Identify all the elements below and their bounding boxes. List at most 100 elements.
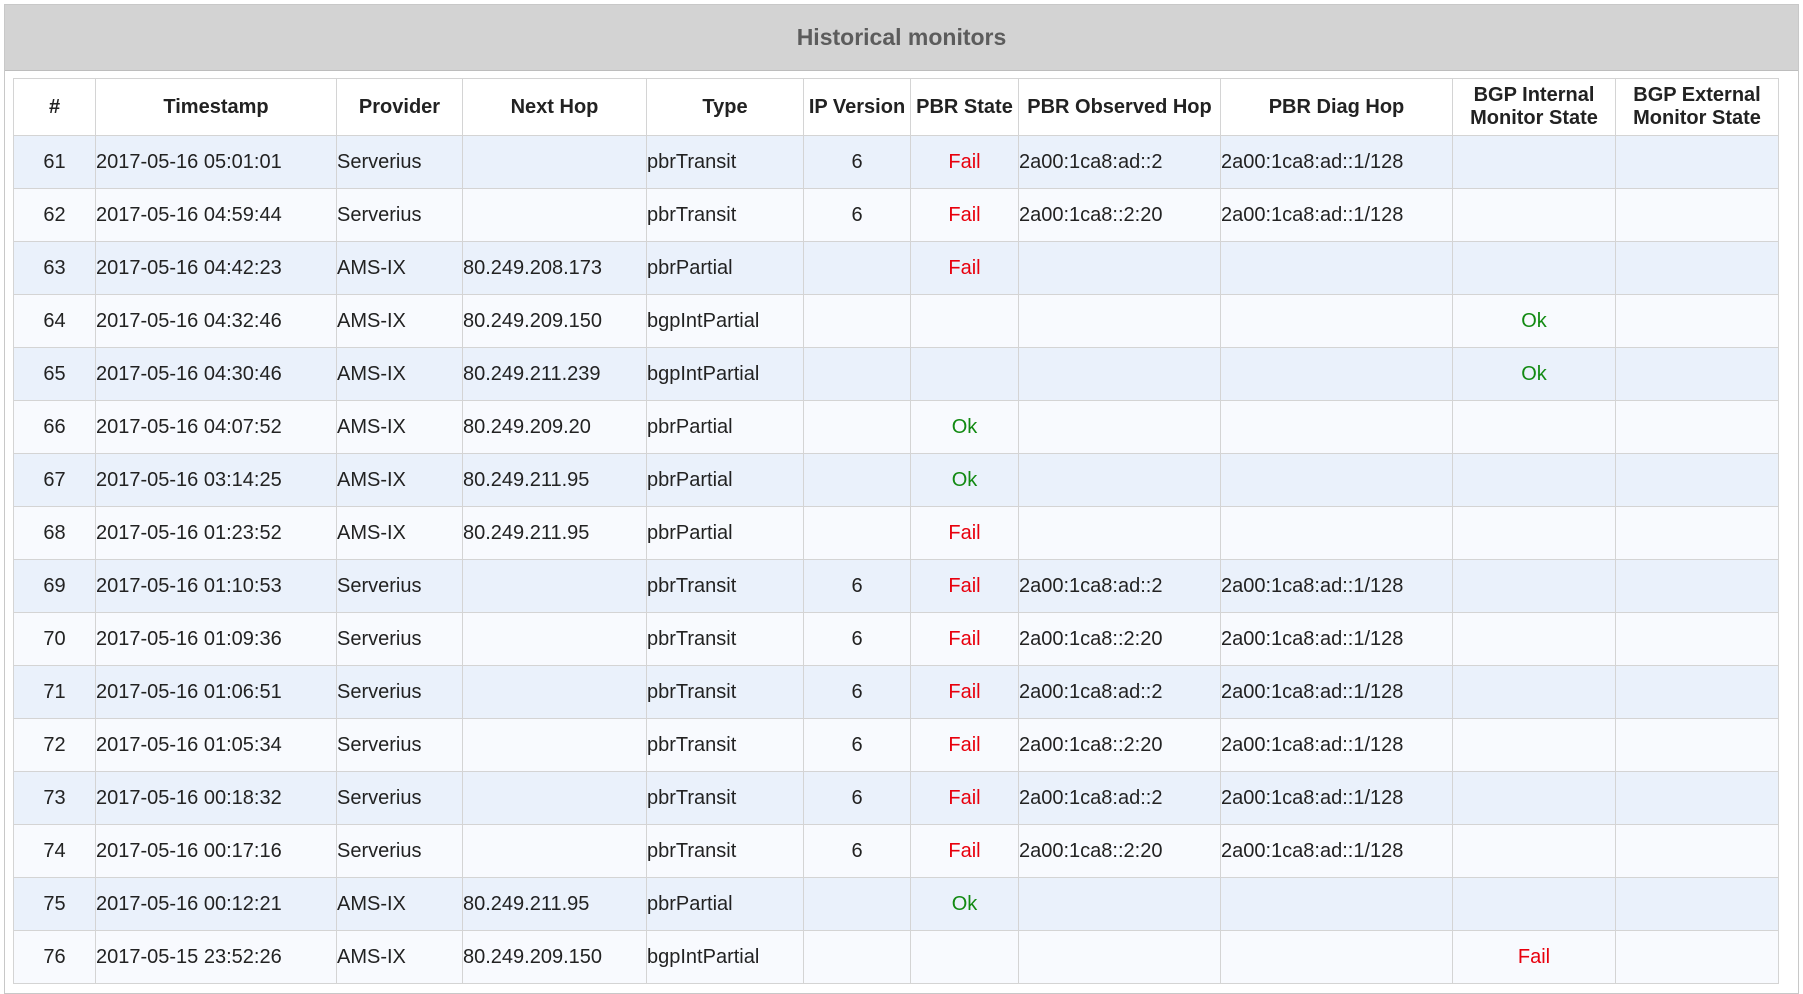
timestamp-cell: 2017-05-16 03:14:25 (95, 453, 337, 507)
bgp-internal-state-cell (1452, 824, 1616, 878)
provider-cell: Serverius (336, 824, 463, 878)
type-cell: pbrTransit (646, 771, 804, 825)
provider-cell: Serverius (336, 559, 463, 613)
pbr-state-cell: Fail (910, 771, 1019, 825)
type-cell: pbrPartial (646, 877, 804, 931)
type-cell: pbrPartial (646, 506, 804, 560)
ip-version-cell (803, 506, 911, 560)
table-row: 71 2017-05-16 01:06:51 Serverius pbrTransit… (13, 665, 1779, 719)
bgp-external-state-cell (1615, 559, 1779, 613)
col-type-header: Type (646, 78, 804, 136)
bgp-external-state-cell (1615, 771, 1779, 825)
bgp-external-state-cell (1615, 294, 1779, 348)
pbr-state-cell: Ok (910, 877, 1019, 931)
bgp-external-state-cell (1615, 188, 1779, 242)
pbr-state-cell: Fail (910, 241, 1019, 295)
header-row: # Timestamp Provider Next Hop Type IP Version… (13, 78, 1779, 136)
pbr-observed-hop-cell (1018, 930, 1221, 984)
bgp-internal-state-cell (1452, 400, 1616, 454)
type-cell: pbrTransit (646, 718, 804, 772)
table-row: 76 2017-05-15 23:52:26 AMS-IX 80.249.209.15… (13, 930, 1779, 984)
ip-version-cell: 6 (803, 612, 911, 666)
pbr-state-cell: Fail (910, 665, 1019, 719)
type-cell: bgpIntPartial (646, 347, 804, 401)
timestamp-cell: 2017-05-15 23:52:26 (95, 930, 337, 984)
bgp-internal-state-cell (1452, 665, 1616, 719)
ip-version-cell (803, 930, 911, 984)
timestamp-cell: 2017-05-16 04:32:46 (95, 294, 337, 348)
provider-cell: AMS-IX (336, 400, 463, 454)
pbr-state-cell: Fail (910, 188, 1019, 242)
row-index: 69 (13, 559, 96, 613)
timestamp-cell: 2017-05-16 04:07:52 (95, 400, 337, 454)
provider-cell: AMS-IX (336, 506, 463, 560)
type-cell: pbrPartial (646, 400, 804, 454)
col-pbr-diag-hop-header: PBR Diag Hop (1220, 78, 1453, 136)
pbr-observed-hop-cell (1018, 294, 1221, 348)
monitors-table: # Timestamp Provider Next Hop Type IP Version… (13, 78, 1779, 984)
row-index: 67 (13, 453, 96, 507)
row-index: 66 (13, 400, 96, 454)
table-row: 67 2017-05-16 03:14:25 AMS-IX 80.249.211.95… (13, 453, 1779, 507)
bgp-internal-state-cell: Ok (1452, 294, 1616, 348)
bgp-internal-state-cell: Ok (1452, 347, 1616, 401)
ip-version-cell: 6 (803, 824, 911, 878)
ip-version-cell: 6 (803, 771, 911, 825)
panel-header: Historical monitors (5, 5, 1798, 71)
provider-cell: AMS-IX (336, 930, 463, 984)
type-cell: pbrTransit (646, 824, 804, 878)
table-row: 63 2017-05-16 04:42:23 AMS-IX 80.249.208.17… (13, 241, 1779, 295)
table-row: 64 2017-05-16 04:32:46 AMS-IX 80.249.209.15… (13, 294, 1779, 348)
bgp-external-state-cell (1615, 824, 1779, 878)
provider-cell: Serverius (336, 665, 463, 719)
pbr-state-cell (910, 347, 1019, 401)
next-hop-cell (462, 559, 647, 613)
panel-title: Historical monitors (796, 24, 1007, 50)
next-hop-cell (462, 824, 647, 878)
pbr-state-cell: Fail (910, 612, 1019, 666)
col-ip-version-header: IP Version (803, 78, 911, 136)
bgp-external-state-cell (1615, 665, 1779, 719)
table-row: 65 2017-05-16 04:30:46 AMS-IX 80.249.211.23… (13, 347, 1779, 401)
provider-cell: Serverius (336, 188, 463, 242)
next-hop-cell (462, 612, 647, 666)
pbr-observed-hop-cell (1018, 400, 1221, 454)
pbr-state-cell (910, 930, 1019, 984)
row-index: 70 (13, 612, 96, 666)
pbr-observed-hop-cell: 2a00:1ca8::2:20 (1018, 188, 1221, 242)
pbr-state-cell: Fail (910, 824, 1019, 878)
provider-cell: Serverius (336, 771, 463, 825)
pbr-observed-hop-cell: 2a00:1ca8::2:20 (1018, 718, 1221, 772)
pbr-diag-hop-cell: 2a00:1ca8:ad::1/128 (1220, 559, 1453, 613)
row-index: 68 (13, 506, 96, 560)
row-index: 65 (13, 347, 96, 401)
table-header: # Timestamp Provider Next Hop Type IP Version… (13, 78, 1779, 136)
next-hop-cell (462, 665, 647, 719)
pbr-diag-hop-cell (1220, 930, 1453, 984)
pbr-diag-hop-cell (1220, 877, 1453, 931)
timestamp-cell: 2017-05-16 01:05:34 (95, 718, 337, 772)
timestamp-cell: 2017-05-16 00:17:16 (95, 824, 337, 878)
pbr-diag-hop-cell: 2a00:1ca8:ad::1/128 (1220, 135, 1453, 189)
ip-version-cell (803, 241, 911, 295)
ip-version-cell: 6 (803, 135, 911, 189)
next-hop-cell: 80.249.209.150 (462, 294, 647, 348)
next-hop-cell: 80.249.211.239 (462, 347, 647, 401)
bgp-internal-state-cell (1452, 612, 1616, 666)
type-cell: pbrTransit (646, 188, 804, 242)
ip-version-cell: 6 (803, 559, 911, 613)
pbr-diag-hop-cell: 2a00:1ca8:ad::1/128 (1220, 665, 1453, 719)
col-pbr-observed-hop-header: PBR Observed Hop (1018, 78, 1221, 136)
pbr-observed-hop-cell (1018, 506, 1221, 560)
timestamp-cell: 2017-05-16 01:09:36 (95, 612, 337, 666)
table-row: 74 2017-05-16 00:17:16 Serverius pbrTransit… (13, 824, 1779, 878)
bgp-internal-state-cell (1452, 506, 1616, 560)
bgp-external-state-cell (1615, 930, 1779, 984)
row-index: 75 (13, 877, 96, 931)
pbr-observed-hop-cell: 2a00:1ca8:ad::2 (1018, 135, 1221, 189)
table-row: 69 2017-05-16 01:10:53 Serverius pbrTransit… (13, 559, 1779, 613)
pbr-state-cell: Fail (910, 718, 1019, 772)
ip-version-cell: 6 (803, 665, 911, 719)
bgp-internal-state-cell (1452, 771, 1616, 825)
pbr-diag-hop-cell: 2a00:1ca8:ad::1/128 (1220, 718, 1453, 772)
